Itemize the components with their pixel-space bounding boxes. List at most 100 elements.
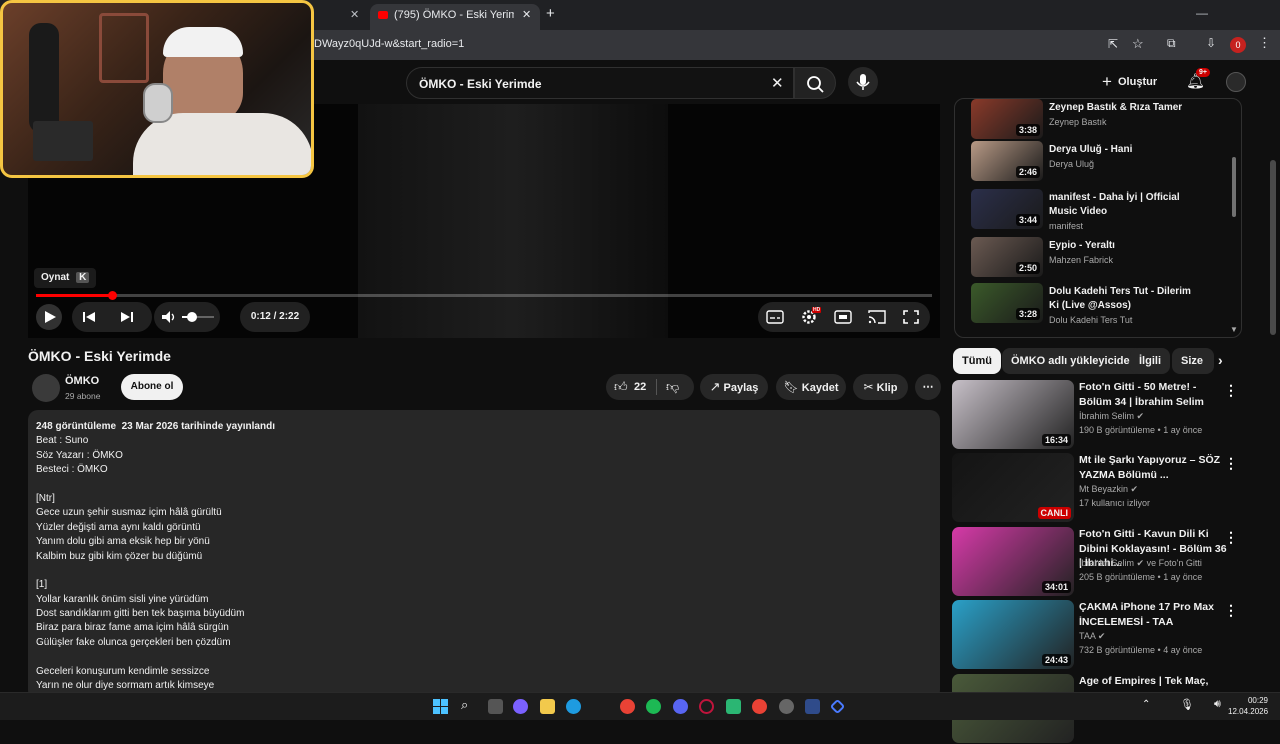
volume-control[interactable]: [154, 302, 220, 332]
tray-mic-icon[interactable]: 🎙︎: [1180, 698, 1194, 711]
recommendation-channel[interactable]: İbrahim Selim ✔: [1079, 410, 1144, 422]
description-line: Gece uzun şehir susmaz içim hâlâ gürültü: [36, 507, 222, 519]
browser-tab-active[interactable]: (795) ÖMKO - Eski Yerimde - YouTube ✕: [370, 4, 540, 30]
recommended-video[interactable]: 16:34 Foto'n Gitti - 50 Metre! - Bölüm 34…: [952, 380, 1262, 450]
filter-chip[interactable]: İlgili: [1130, 348, 1170, 374]
next-icon[interactable]: [118, 309, 136, 325]
channel-name[interactable]: ÖMKO: [65, 375, 99, 387]
share-button[interactable]: ↗ Paylaş: [700, 374, 768, 400]
recommended-video[interactable]: 34:01 Foto'n Gitti - Kavun Dili Ki Dibini…: [952, 527, 1262, 597]
windows-start-icon[interactable]: [433, 699, 448, 714]
player-right-controls: HD: [758, 302, 930, 332]
tab-close-icon[interactable]: ✕: [522, 4, 531, 26]
previous-icon[interactable]: [80, 309, 98, 325]
fullscreen-icon[interactable]: [902, 309, 920, 325]
clip-button[interactable]: ✂ Klip: [853, 374, 908, 400]
profile-avatar[interactable]: 0: [1230, 37, 1246, 53]
volume-slider[interactable]: [182, 312, 214, 322]
downloads-icon[interactable]: ⇩: [1206, 36, 1216, 50]
chrome-icon[interactable]: [620, 699, 635, 714]
app-icon[interactable]: [726, 699, 741, 714]
like-dislike-group: 👍︎ 22 👎︎: [606, 374, 694, 400]
recommendation-channel[interactable]: TAA ✔: [1079, 630, 1105, 642]
playlist-item-channel: Dolu Kadehi Ters Tut: [1049, 315, 1133, 325]
play-icon: [45, 311, 56, 323]
search-input[interactable]: ÖMKO - Eski Yerimde ✕: [406, 67, 794, 99]
taskbar-time[interactable]: 00:29: [1232, 696, 1268, 705]
scroll-down-arrow-icon[interactable]: ▼: [1230, 325, 1238, 334]
recommendation-channel[interactable]: Mt Beyazkin ✔: [1079, 483, 1138, 495]
cast-icon[interactable]: [868, 309, 886, 325]
playlist-scrollbar[interactable]: [1232, 157, 1236, 217]
live-badge: CANLI: [1037, 507, 1071, 519]
page-scrollbar[interactable]: [1270, 160, 1276, 335]
more-options-icon[interactable]: ⋮: [1224, 602, 1238, 619]
chips-next-icon[interactable]: ›: [1218, 352, 1223, 368]
like-icon[interactable]: 👍︎: [614, 374, 628, 400]
taskbar-date[interactable]: 12.04.2026: [1228, 707, 1268, 716]
clear-search-icon[interactable]: ✕: [771, 74, 784, 92]
more-options-icon[interactable]: ⋮: [1224, 529, 1238, 546]
install-icon[interactable]: ⇱: [1108, 37, 1118, 51]
save-button[interactable]: 🔖︎ Kaydet: [776, 374, 846, 400]
bookmark-star-icon[interactable]: ☆: [1132, 36, 1144, 52]
new-tab-button[interactable]: +: [546, 5, 555, 22]
filter-chip[interactable]: Tümü: [953, 348, 1001, 374]
more-options-icon[interactable]: ⋮: [1224, 382, 1238, 399]
filter-chip[interactable]: Size: [1172, 348, 1214, 374]
tray-volume-icon[interactable]: 🔊︎: [1214, 698, 1221, 711]
subscribe-button[interactable]: Abone ol: [121, 374, 183, 400]
task-view-icon[interactable]: [488, 699, 503, 714]
play-button[interactable]: [36, 304, 62, 330]
like-count[interactable]: 22: [634, 374, 646, 400]
edge-icon[interactable]: [566, 699, 581, 714]
youtube-favicon-icon: [378, 11, 388, 19]
minimize-icon[interactable]: —: [1196, 6, 1208, 20]
browser-tab[interactable]: ✕: [316, 4, 366, 30]
voice-search-button[interactable]: [848, 67, 878, 97]
url-field[interactable]: DWayz0qUJd-w&start_radio=1: [314, 38, 464, 50]
progress-scrubber[interactable]: [108, 291, 118, 300]
taskbar-search-icon[interactable]: ⌕: [461, 697, 468, 713]
volume-icon[interactable]: [160, 309, 178, 325]
tab-close-icon[interactable]: ✕: [350, 4, 359, 26]
tray-arrow-icon[interactable]: ⌃: [1142, 699, 1150, 710]
extensions-icon[interactable]: ⧉: [1167, 36, 1176, 51]
playlist-item-title: Dolu Kadehi Ters Tut - Dilerim Ki (Live …: [1049, 286, 1191, 311]
volume-knob[interactable]: [186, 312, 197, 322]
search-button[interactable]: [794, 67, 836, 99]
app-window-icon[interactable]: [805, 699, 820, 714]
more-actions-button[interactable]: ⋯: [915, 374, 941, 400]
filter-chip[interactable]: ÖMKO adlı yükleyiciden: [1002, 348, 1146, 374]
account-avatar[interactable]: [1226, 72, 1246, 92]
create-button[interactable]: + Oluştur: [1102, 70, 1168, 94]
discord-icon[interactable]: [673, 699, 688, 714]
chrome-active-icon[interactable]: [752, 699, 767, 714]
video-frame: [358, 104, 668, 338]
recommended-video[interactable]: 24:43 ÇAKMA iPhone 17 Pro Max İNCELEMESİ …: [952, 600, 1262, 670]
theater-mode-icon[interactable]: [834, 309, 852, 325]
playlist-item-title: Derya Uluğ - Hani: [1049, 144, 1133, 155]
file-explorer-icon[interactable]: [540, 699, 555, 714]
description-line: Söz Yazarı : ÖMKO: [36, 449, 123, 461]
recommended-video[interactable]: CANLI Mt ile Şarkı Yapıyoruz – SÖZ YAZMA …: [952, 453, 1262, 523]
subtitles-icon[interactable]: [766, 309, 784, 325]
description-meta: 248 görüntüleme 23 Mar 2026 tarihinde ya…: [36, 421, 275, 432]
recommendation-channel[interactable]: İbrahim Selim ✔ ve Foto'n Gitti: [1079, 557, 1202, 569]
copilot-icon[interactable]: [513, 699, 528, 714]
progress-bar[interactable]: [36, 291, 932, 300]
channel-avatar[interactable]: [32, 374, 60, 402]
duration-badge: 16:34: [1041, 434, 1071, 446]
steam-icon[interactable]: [779, 699, 794, 714]
app-diamond-icon[interactable]: [829, 698, 846, 715]
browser-menu-icon[interactable]: ⋮: [1258, 35, 1271, 51]
description-box[interactable]: 248 görüntüleme 23 Mar 2026 tarihinde ya…: [28, 410, 940, 700]
opera-icon[interactable]: [699, 699, 714, 714]
playlist-item-title: Eypio - Yeraltı: [1049, 240, 1115, 251]
notifications-button[interactable]: 🔔︎ 9+: [1186, 68, 1210, 92]
description-line: Gülüşler fake olunca gerçekleri ben çözd…: [36, 636, 231, 648]
spotify-icon[interactable]: [646, 699, 661, 714]
more-options-icon[interactable]: ⋮: [1224, 455, 1238, 472]
duration-badge: 2:46: [1015, 166, 1040, 178]
dislike-icon[interactable]: 👎︎: [666, 374, 679, 400]
